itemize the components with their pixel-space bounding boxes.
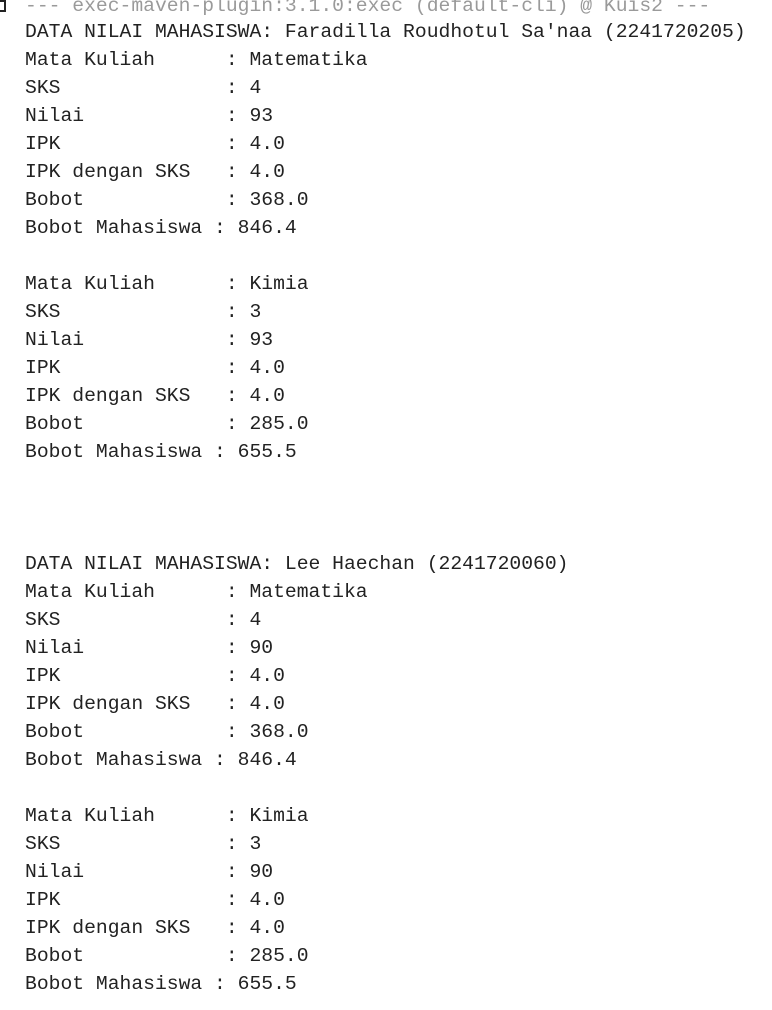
course-line: SKS : 3	[25, 833, 262, 855]
student-header: DATA NILAI MAHASISWA: Faradilla Roudhotu…	[25, 21, 746, 43]
course-line: Bobot : 285.0	[25, 413, 309, 435]
course-line: Bobot Mahasiswa : 846.4	[25, 749, 297, 771]
course-line: SKS : 4	[25, 609, 262, 631]
course-line: Bobot : 368.0	[25, 189, 309, 211]
edge-marker-icon	[0, 0, 6, 12]
course-line: Bobot : 368.0	[25, 721, 309, 743]
course-line: Nilai : 93	[25, 105, 274, 127]
course-line: Nilai : 90	[25, 637, 274, 659]
course-line: IPK dengan SKS : 4.0	[25, 161, 285, 183]
course-line: Nilai : 93	[25, 329, 274, 351]
course-line: IPK dengan SKS : 4.0	[25, 385, 285, 407]
course-line: Bobot Mahasiswa : 846.4	[25, 217, 297, 239]
course-line: Mata Kuliah : Kimia	[25, 805, 309, 827]
course-line: Nilai : 90	[25, 861, 274, 883]
course-line: Mata Kuliah : Matematika	[25, 581, 368, 603]
course-line: IPK : 4.0	[25, 665, 285, 687]
course-line: Bobot Mahasiswa : 655.5	[25, 973, 297, 995]
course-line: Mata Kuliah : Kimia	[25, 273, 309, 295]
student-header: DATA NILAI MAHASISWA: Lee Haechan (22417…	[25, 553, 569, 575]
course-line: SKS : 3	[25, 301, 262, 323]
maven-exec-header: --- exec-maven-plugin:3.1.0:exec (defaul…	[25, 0, 711, 17]
course-line: Bobot Mahasiswa : 655.5	[25, 441, 297, 463]
course-line: IPK dengan SKS : 4.0	[25, 917, 285, 939]
course-line: Mata Kuliah : Matematika	[25, 49, 368, 71]
console-output: --- exec-maven-plugin:3.1.0:exec (defaul…	[0, 0, 772, 1010]
course-line: IPK : 4.0	[25, 357, 285, 379]
course-line: IPK : 4.0	[25, 889, 285, 911]
course-line: IPK : 4.0	[25, 133, 285, 155]
course-line: SKS : 4	[25, 77, 262, 99]
course-line: Bobot : 285.0	[25, 945, 309, 967]
course-line: IPK dengan SKS : 4.0	[25, 693, 285, 715]
